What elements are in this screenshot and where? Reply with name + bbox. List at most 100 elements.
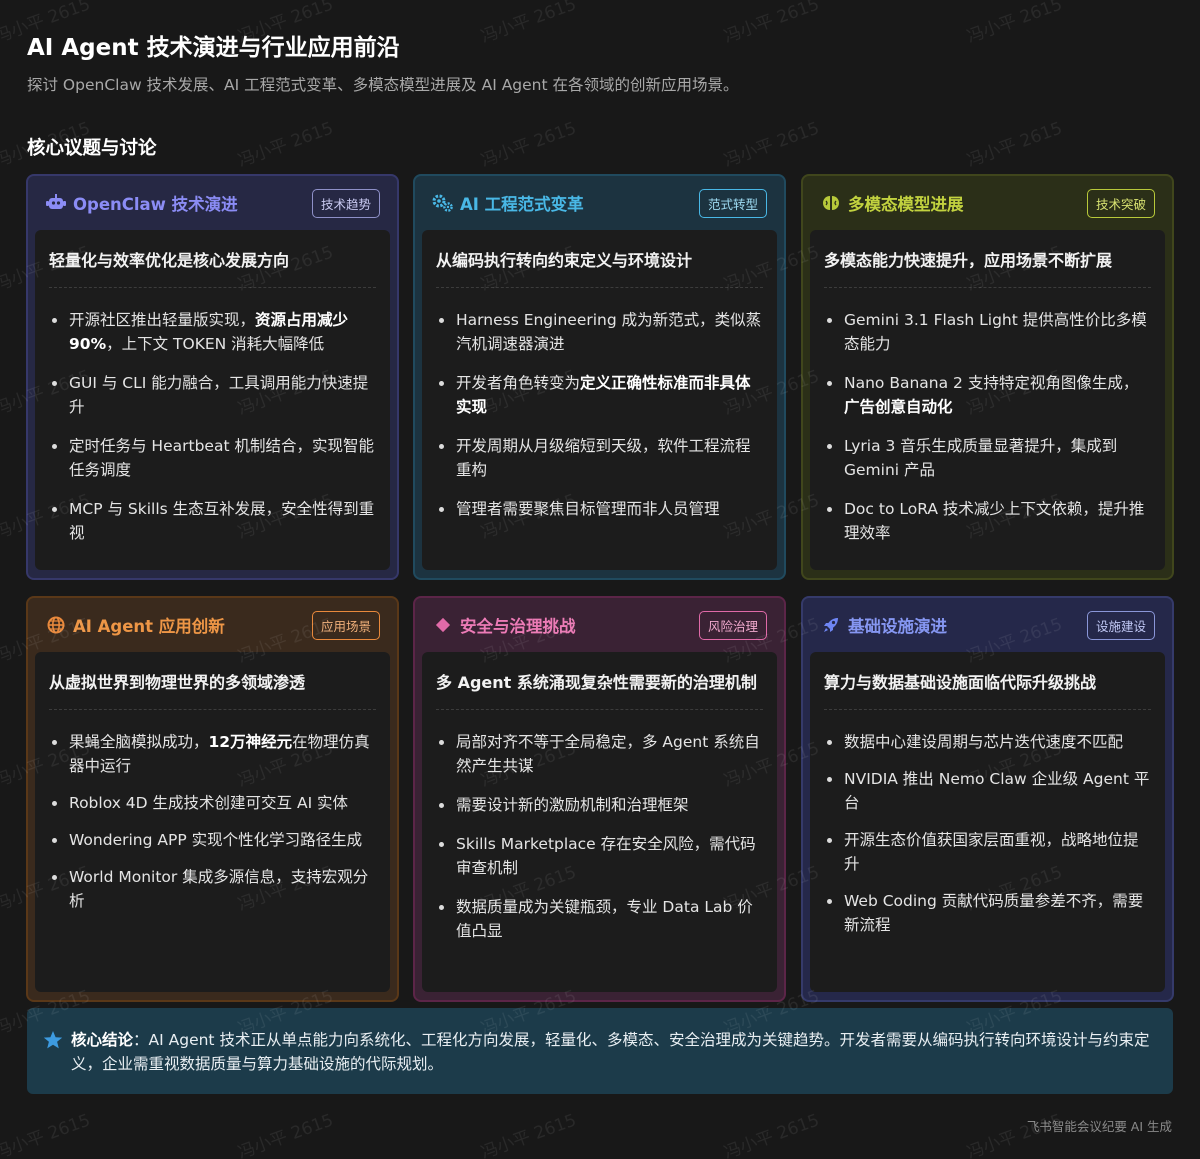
- bullet-list: Harness Engineering 成为新范式，类似蒸汽机调速器演进 开发者角…: [436, 288, 763, 521]
- card-title: 安全与治理挑战: [460, 617, 576, 636]
- bullet-list: 果蝇全脑模拟成功，12万神经元在物理仿真器中运行 Roblox 4D 生成技术创建…: [49, 710, 376, 913]
- card-title: AI 工程范式变革: [460, 195, 584, 214]
- bullet-item: 数据中心建设周期与芯片迭代速度不匹配: [824, 730, 1151, 754]
- bullet-text: Lyria 3 音乐生成质量显著提升，集成到 Gemini 产品: [844, 437, 1118, 479]
- card-title: AI Agent 应用创新: [73, 617, 225, 636]
- bullet-item: 需要设计新的激励机制和治理框架: [436, 793, 763, 817]
- card-openclaw: OpenClaw 技术演进 技术趋势 轻量化与效率优化是核心发展方向 开源社区推…: [26, 174, 399, 580]
- bullet-text: 数据质量成为关键瓶颈，专业 Data Lab 价值凸显: [456, 898, 753, 940]
- bullet-item: World Monitor 集成多源信息，支持宏观分析: [49, 865, 376, 913]
- card-multimodal: 多模态模型进展 技术突破 多模态能力快速提升，应用场景不断扩展 Gemini 3…: [801, 174, 1174, 580]
- bullet-text: 果蝇全脑模拟成功，: [69, 733, 209, 751]
- card-headline: 轻量化与效率优化是核心发展方向: [49, 230, 376, 288]
- bullet-text: Roblox 4D 生成技术创建可交互 AI 实体: [69, 794, 349, 812]
- card-header: AI Agent 应用创新 应用场景: [35, 598, 390, 652]
- bullet-item: Gemini 3.1 Flash Light 提供高性价比多模态能力: [824, 308, 1151, 356]
- bullet-list: Gemini 3.1 Flash Light 提供高性价比多模态能力 Nano B…: [824, 288, 1151, 545]
- bullet-list: 开源社区推出轻量版实现，资源占用减少 90%，上下文 TOKEN 消耗大幅降低 G…: [49, 288, 376, 545]
- card-headline: 从虚拟世界到物理世界的多领域渗透: [49, 652, 376, 710]
- bullet-emphasis: 12万神经元: [208, 733, 293, 751]
- bullet-text: Nano Banana 2 支持特定视角图像生成，: [844, 374, 1139, 392]
- card-header: AI 工程范式变革 范式转型: [422, 176, 777, 230]
- bullet-item: 管理者需要聚焦目标管理而非人员管理: [436, 497, 763, 521]
- diamond-icon: [432, 614, 454, 636]
- bullet-text: 管理者需要聚焦目标管理而非人员管理: [456, 500, 720, 518]
- card-body: 从虚拟世界到物理世界的多领域渗透 果蝇全脑模拟成功，12万神经元在物理仿真器中运…: [35, 652, 390, 992]
- bullet-item: 数据质量成为关键瓶颈，专业 Data Lab 价值凸显: [436, 895, 763, 943]
- conclusion-label: 核心结论: [71, 1031, 134, 1049]
- bullet-item: Roblox 4D 生成技术创建可交互 AI 实体: [49, 791, 376, 815]
- bullet-text: Web Coding 贡献代码质量参差不齐，需要新流程: [844, 892, 1144, 934]
- watermark-text: 冯小平 2615: [478, 0, 579, 48]
- card-body: 算力与数据基础设施面临代际升级挑战 数据中心建设周期与芯片迭代速度不匹配 NVID…: [810, 652, 1165, 992]
- bullet-item: Skills Marketplace 存在安全风险，需代码审查机制: [436, 832, 763, 880]
- card-security-governance: 安全与治理挑战 风险治理 多 Agent 系统涌现复杂性需要新的治理机制 局部对…: [413, 596, 786, 1002]
- bullet-item: Nano Banana 2 支持特定视角图像生成， 广告创意自动化: [824, 371, 1151, 419]
- card-header: 基础设施演进 设施建设: [810, 598, 1165, 652]
- card-body: 轻量化与效率优化是核心发展方向 开源社区推出轻量版实现，资源占用减少 90%，上…: [35, 230, 390, 570]
- watermark-text: 冯小平 2615: [478, 1110, 579, 1159]
- bullet-text: 局部对齐不等于全局稳定，多 Agent 系统自然产生共谋: [456, 733, 760, 775]
- bullet-text: 数据中心建设周期与芯片迭代速度不匹配: [844, 733, 1124, 751]
- watermark-text: 冯小平 2615: [478, 118, 579, 172]
- page-subtitle: 探讨 OpenClaw 技术发展、AI 工程范式变革、多模态模型进展及 AI A…: [27, 76, 739, 94]
- watermark-text: 冯小平 2615: [721, 1110, 822, 1159]
- card-body: 多 Agent 系统涌现复杂性需要新的治理机制 局部对齐不等于全局稳定，多 Ag…: [422, 652, 777, 992]
- bullet-item: 开发者角色转变为定义正确性标准而非具体实现: [436, 371, 763, 419]
- bullet-text: 开源社区推出轻量版实现，: [69, 311, 256, 329]
- bullet-item: 开发周期从月级缩短到天级，软件工程流程重构: [436, 434, 763, 482]
- card-body: 多模态能力快速提升，应用场景不断扩展 Gemini 3.1 Flash Ligh…: [810, 230, 1165, 570]
- bullet-item: 局部对齐不等于全局稳定，多 Agent 系统自然产生共谋: [436, 730, 763, 778]
- watermark-text: 冯小平 2615: [721, 118, 822, 172]
- bullet-text: 开发者角色转变为: [456, 374, 581, 392]
- bullet-text: Doc to LoRA 技术减少上下文依赖，提升推理效率: [844, 500, 1145, 542]
- bullet-text: World Monitor 集成多源信息，支持宏观分析: [69, 868, 369, 910]
- card-ai-agent-application: AI Agent 应用创新 应用场景 从虚拟世界到物理世界的多领域渗透 果蝇全脑…: [26, 596, 399, 1002]
- footer-note: 飞书智能会议纪要 AI 生成: [1026, 1119, 1172, 1134]
- bullet-text: 开源生态价值获国家层面重视，战略地位提升: [844, 831, 1139, 873]
- conclusion-box: 核心结论：AI Agent 技术正从单点能力向系统化、工程化方向发展，轻量化、多…: [27, 1008, 1173, 1094]
- bullet-item: Harness Engineering 成为新范式，类似蒸汽机调速器演进: [436, 308, 763, 356]
- bullet-item: Doc to LoRA 技术减少上下文依赖，提升推理效率: [824, 497, 1151, 545]
- bullet-item: 开源生态价值获国家层面重视，战略地位提升: [824, 828, 1151, 876]
- bullet-item: Wondering APP 实现个性化学习路径生成: [49, 828, 376, 852]
- card-title: 基础设施演进: [848, 617, 947, 636]
- card-tag: 范式转型: [698, 188, 767, 218]
- star-icon: [43, 1031, 63, 1049]
- watermark-text: 冯小平 2615: [964, 0, 1065, 48]
- card-header: 多模态模型进展 技术突破: [810, 176, 1165, 230]
- bullet-item: 定时任务与 Heartbeat 机制结合，实现智能任务调度: [49, 434, 376, 482]
- card-header: OpenClaw 技术演进 技术趋势: [35, 176, 390, 230]
- bullet-text: 开发周期从月级缩短到天级，软件工程流程重构: [456, 437, 751, 479]
- card-tag: 技术趋势: [311, 188, 380, 218]
- watermark-text: 冯小平 2615: [235, 118, 336, 172]
- card-body: 从编码执行转向约束定义与环境设计 Harness Engineering 成为新…: [422, 230, 777, 570]
- watermark-text: 冯小平 2615: [964, 118, 1065, 172]
- bullet-item: NVIDIA 推出 Nemo Claw 企业级 Agent 平台: [824, 767, 1151, 815]
- bullet-item: 开源社区推出轻量版实现，资源占用减少 90%，上下文 TOKEN 消耗大幅降低: [49, 308, 376, 356]
- bullet-text: 需要设计新的激励机制和治理框架: [456, 796, 689, 814]
- bullet-text: NVIDIA 推出 Nemo Claw 企业级 Agent 平台: [844, 770, 1150, 812]
- bullet-list: 局部对齐不等于全局稳定，多 Agent 系统自然产生共谋需要设计新的激励机制和治…: [436, 710, 763, 943]
- bullet-text: Wondering APP 实现个性化学习路径生成: [69, 831, 363, 849]
- bullet-item: MCP 与 Skills 生态互补发展，安全性得到重视: [49, 497, 376, 545]
- watermark-text: 冯小平 2615: [0, 1110, 93, 1159]
- card-headline: 从编码执行转向约束定义与环境设计: [436, 230, 763, 288]
- bullet-text: ，上下文 TOKEN 消耗大幅降低: [106, 335, 325, 353]
- watermark-text: 冯小平 2615: [721, 0, 822, 48]
- watermark-text: 冯小平 2615: [235, 1110, 336, 1159]
- bullet-list: 数据中心建设周期与芯片迭代速度不匹配 NVIDIA 推出 Nemo Claw 企业…: [824, 710, 1151, 937]
- card-tag: 技术突破: [1086, 188, 1155, 218]
- section-title: 核心议题与讨论: [27, 138, 157, 159]
- bullet-item: Web Coding 贡献代码质量参差不齐，需要新流程: [824, 889, 1151, 937]
- card-header: 安全与治理挑战 风险治理: [422, 598, 777, 652]
- bullet-emphasis: 广告创意自动化: [844, 398, 953, 416]
- rocket-icon: [820, 614, 842, 636]
- robot-icon: [45, 192, 67, 214]
- bullet-text: 定时任务与 Heartbeat 机制结合，实现智能任务调度: [69, 437, 374, 479]
- bullet-text: Skills Marketplace 存在安全风险，需代码审查机制: [456, 835, 756, 877]
- bullet-item: Lyria 3 音乐生成质量显著提升，集成到 Gemini 产品: [824, 434, 1151, 482]
- brain-icon: [820, 192, 842, 214]
- conclusion-separator: ：: [133, 1031, 149, 1049]
- bullet-item: 果蝇全脑模拟成功，12万神经元在物理仿真器中运行: [49, 730, 376, 778]
